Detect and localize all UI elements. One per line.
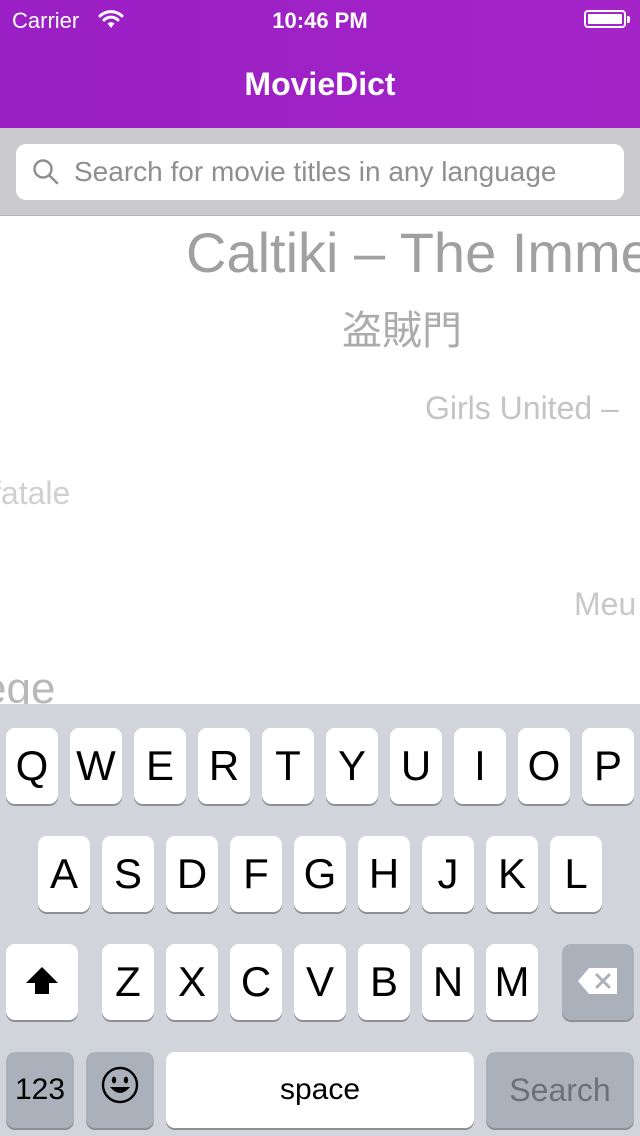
key-e[interactable]: E	[134, 728, 186, 804]
key-p[interactable]: P	[582, 728, 634, 804]
search-key[interactable]: Search	[486, 1052, 634, 1128]
navigation-header: Carrier 10:46 PM MovieDict	[0, 0, 640, 128]
key-l[interactable]: L	[550, 836, 602, 912]
key-k[interactable]: K	[486, 836, 538, 912]
key-m[interactable]: M	[486, 944, 538, 1020]
key-g[interactable]: G	[294, 836, 346, 912]
key-h[interactable]: H	[358, 836, 410, 912]
key-c[interactable]: C	[230, 944, 282, 1020]
key-x[interactable]: X	[166, 944, 218, 1020]
shift-key[interactable]	[6, 944, 78, 1020]
key-f[interactable]: F	[230, 836, 282, 912]
search-field[interactable]	[16, 144, 624, 200]
keyboard: Q W E R T Y U I O P A S D F G H J K L Z …	[0, 704, 640, 1136]
key-i[interactable]: I	[454, 728, 506, 804]
key-u[interactable]: U	[390, 728, 442, 804]
numbers-key[interactable]: 123	[6, 1052, 74, 1128]
movie-title[interactable]: Girls United –	[425, 390, 619, 427]
key-q[interactable]: Q	[6, 728, 58, 804]
status-time: 10:46 PM	[272, 8, 368, 33]
movie-title[interactable]: fatale	[0, 475, 70, 512]
key-j[interactable]: J	[422, 836, 474, 912]
key-z[interactable]: Z	[102, 944, 154, 1020]
movie-title[interactable]: ege	[0, 664, 55, 704]
key-s[interactable]: S	[102, 836, 154, 912]
key-o[interactable]: O	[518, 728, 570, 804]
key-b[interactable]: B	[358, 944, 410, 1020]
key-n[interactable]: N	[422, 944, 474, 1020]
battery-icon	[584, 10, 630, 28]
key-t[interactable]: T	[262, 728, 314, 804]
key-y[interactable]: Y	[326, 728, 378, 804]
movie-title[interactable]: Caltiki – The Imme	[186, 220, 640, 285]
delete-icon	[576, 958, 620, 1006]
search-icon	[32, 158, 60, 186]
page-title: MovieDict	[244, 66, 396, 102]
search-bar	[0, 128, 640, 216]
emoji-key[interactable]	[86, 1052, 154, 1128]
key-v[interactable]: V	[294, 944, 346, 1020]
key-a[interactable]: A	[38, 836, 90, 912]
emoji-icon	[100, 1065, 140, 1115]
shift-icon	[24, 958, 60, 1006]
key-r[interactable]: R	[198, 728, 250, 804]
search-input[interactable]	[74, 144, 614, 200]
status-bar: Carrier 10:46 PM	[0, 0, 640, 40]
space-key[interactable]: space	[166, 1052, 474, 1128]
key-d[interactable]: D	[166, 836, 218, 912]
movie-title[interactable]: 盗賊門	[342, 298, 462, 356]
delete-key[interactable]	[562, 944, 634, 1020]
key-w[interactable]: W	[70, 728, 122, 804]
movie-title[interactable]: Meu	[574, 586, 636, 623]
movie-title-cloud: Caltiki – The Imme 盗賊門 Girls United – fa…	[0, 216, 640, 704]
